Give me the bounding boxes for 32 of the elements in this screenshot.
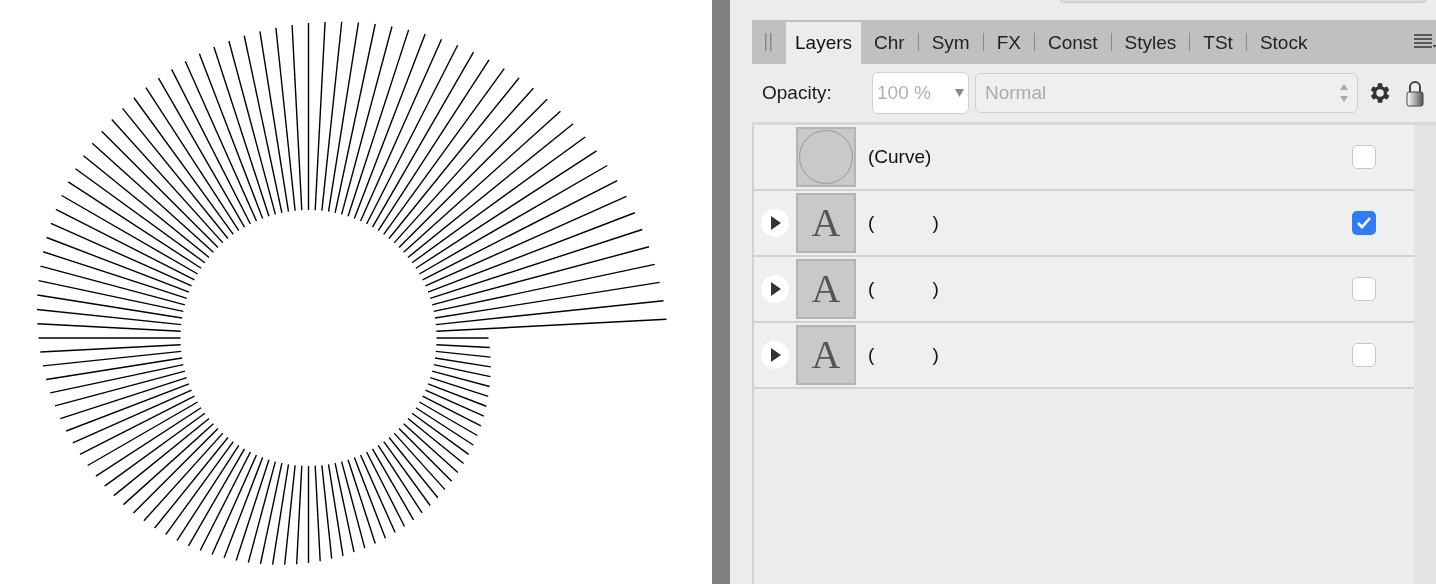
- text-thumbnail: A: [796, 325, 856, 385]
- layer-row[interactable]: A ( ): [754, 191, 1414, 257]
- menu-icon[interactable]: [1414, 34, 1436, 50]
- panel-tab[interactable]: Stock: [1246, 22, 1321, 64]
- panel-tab[interactable]: TSt: [1190, 22, 1246, 64]
- visibility-checkbox[interactable]: [1352, 277, 1376, 301]
- panel-tab[interactable]: FX: [983, 22, 1034, 64]
- visibility-checkbox[interactable]: [1352, 145, 1376, 169]
- text-thumbnail: A: [796, 193, 856, 253]
- visibility-checkbox[interactable]: [1352, 343, 1376, 367]
- scrollbar-track[interactable]: [1414, 125, 1436, 584]
- curve-thumbnail: [796, 127, 856, 187]
- layer-name: ( ): [868, 276, 940, 301]
- layer-name: ( ): [868, 210, 940, 235]
- lock-icon[interactable]: [1406, 79, 1424, 107]
- panel-tab[interactable]: Const: [1034, 22, 1111, 64]
- panel-tab[interactable]: Styles: [1111, 22, 1190, 64]
- panel-tab[interactable]: Layers: [786, 22, 862, 64]
- layer-row[interactable]: (Curve): [754, 125, 1414, 191]
- checkmark-icon: [1356, 216, 1372, 230]
- panel-tab[interactable]: Sym: [918, 22, 983, 64]
- layer-name: ( ): [868, 342, 940, 367]
- opacity-label: Opacity:: [762, 80, 833, 105]
- caret-icon: [955, 89, 964, 97]
- panel-tab[interactable]: Chr: [861, 22, 918, 64]
- layer-row[interactable]: A ( ): [754, 323, 1414, 389]
- visibility-checkbox[interactable]: [1352, 211, 1376, 235]
- text-thumbnail: A: [796, 259, 856, 319]
- stepper-arrows-icon: [1340, 83, 1348, 103]
- layer-row[interactable]: A ( ): [754, 257, 1414, 323]
- grip-icon[interactable]: [765, 33, 773, 51]
- layer-name: (Curve): [868, 144, 933, 169]
